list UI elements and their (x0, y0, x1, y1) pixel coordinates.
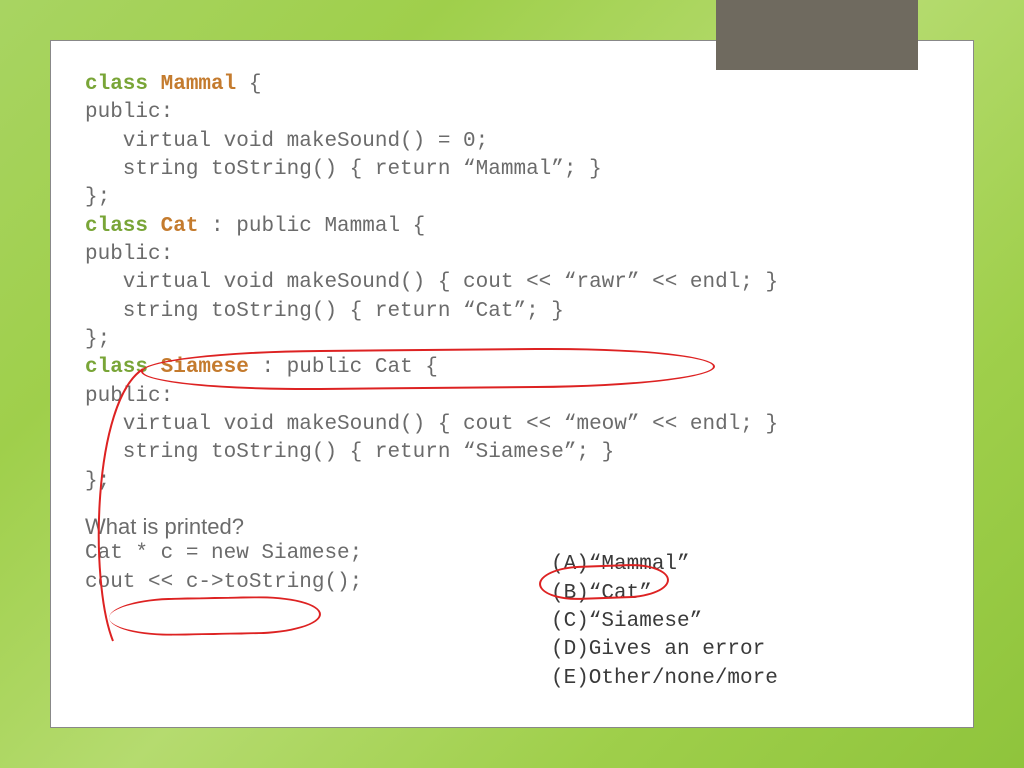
code-line-11: class Siamese : public Cat { (85, 354, 939, 382)
answer-options: (A)“Mammal” (B)“Cat” (C)“Siamese” (D)Giv… (551, 551, 778, 693)
class-name-cat: Cat (161, 215, 199, 238)
option-c: (C)“Siamese” (551, 608, 778, 636)
annotation-circle-new-siamese (109, 595, 322, 637)
code-line-5: }; (85, 184, 939, 212)
code-line-2: public: (85, 99, 939, 127)
option-d: (D)Gives an error (551, 636, 778, 664)
keyword-class: class (85, 215, 148, 238)
question-code-1: Cat * c = new Siamese; (85, 540, 939, 568)
code-line-13: virtual void makeSound() { cout << “meow… (85, 411, 939, 439)
header-tab (716, 0, 918, 70)
slide-content: class Mammal { public: virtual void make… (50, 40, 974, 728)
class-name-siamese: Siamese (161, 356, 249, 379)
code-line-10: }; (85, 326, 939, 354)
code-line-4: string toString() { return “Mammal”; } (85, 156, 939, 184)
option-e: (E)Other/none/more (551, 665, 778, 693)
keyword-class: class (85, 356, 148, 379)
question-title: What is printed? (85, 514, 939, 540)
code-line-8: virtual void makeSound() { cout << “rawr… (85, 269, 939, 297)
class-name-mammal: Mammal (161, 73, 237, 96)
keyword-class: class (85, 73, 148, 96)
code-line-15: }; (85, 468, 939, 496)
option-a: (A)“Mammal” (551, 551, 778, 579)
code-line-12: public: (85, 383, 939, 411)
code-line-6: class Cat : public Mammal { (85, 213, 939, 241)
code-line-9: string toString() { return “Cat”; } (85, 298, 939, 326)
option-b: (B)“Cat” (551, 580, 778, 608)
code-line-1: class Mammal { (85, 71, 939, 99)
question-code-2: cout << c->toString(); (85, 569, 939, 597)
code-line-3: virtual void makeSound() = 0; (85, 128, 939, 156)
code-line-7: public: (85, 241, 939, 269)
code-line-14: string toString() { return “Siamese”; } (85, 439, 939, 467)
